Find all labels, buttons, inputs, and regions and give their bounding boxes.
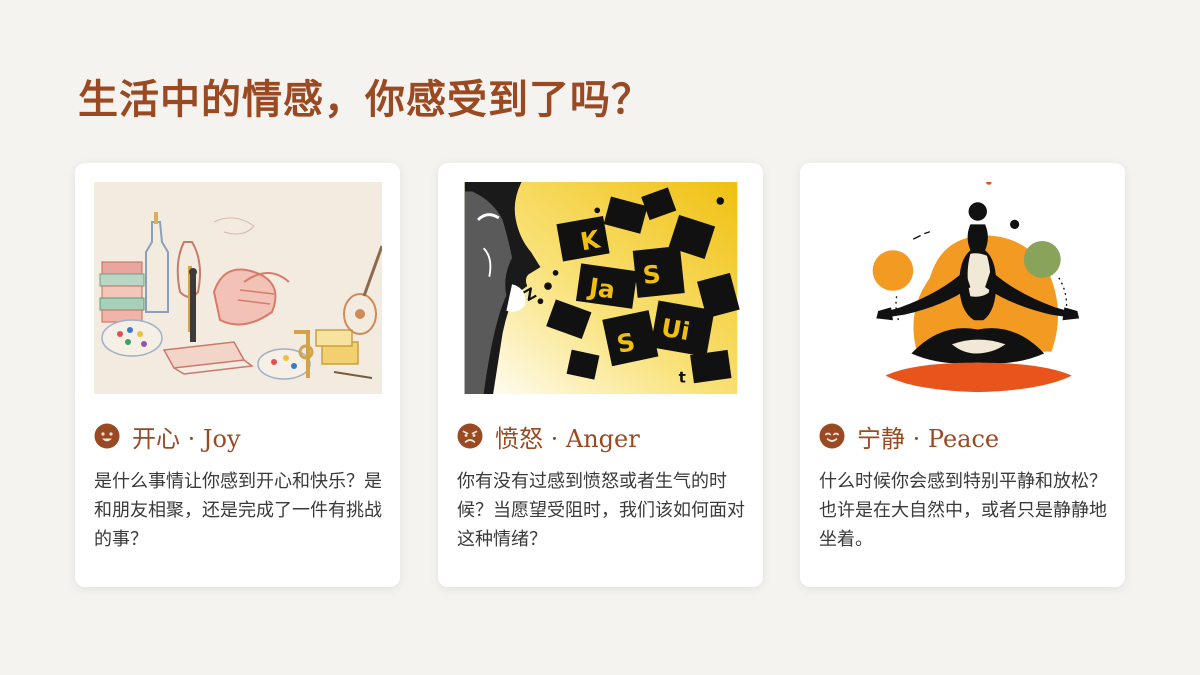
card-title: 开心 · Joy [132,424,241,453]
emotion-card-anger: K Ja S S Ui Z J t 愤怒 · Anger 你有没有过感到愤怒或者… [438,163,763,587]
svg-text:S: S [641,259,662,290]
emotion-card-joy: 开心 · Joy 是什么事情让你感到开心和快乐？是和朋友相聚，还是完成了一件有挑… [75,163,400,587]
peace-illustration [819,182,1107,394]
joy-illustration [94,182,382,394]
card-heading: 宁静 · Peace [819,418,999,454]
emotion-card-peace: 宁静 · Peace 什么时候你会感到特别平静和放松？也许是在大自然中，或者只是… [800,163,1125,587]
card-heading: 愤怒 · Anger [457,418,640,454]
svg-text:t: t [679,369,686,387]
svg-text:Ui: Ui [659,313,692,346]
card-description: 你有没有过感到愤怒或者生气的时候？当愿望受阻时，我们该如何面对这种情绪？ [457,471,745,550]
calm-face-icon [819,423,845,449]
angry-face-icon [457,423,483,449]
svg-text:Ja: Ja [585,272,617,305]
card-heading: 开心 · Joy [94,418,241,454]
card-description: 什么时候你会感到特别平静和放松？也许是在大自然中，或者只是静静地坐着。 [819,471,1107,550]
card-description: 是什么事情让你感到开心和快乐？是和朋友相聚，还是完成了一件有挑战的事？ [94,471,382,550]
card-title: 愤怒 · Anger [495,424,640,453]
anger-illustration: K Ja S S Ui Z J t [457,182,745,394]
smiling-face-icon [94,423,120,449]
page-title: 生活中的情感，你感受到了吗？ [78,76,652,123]
card-title: 宁静 · Peace [857,424,1000,453]
